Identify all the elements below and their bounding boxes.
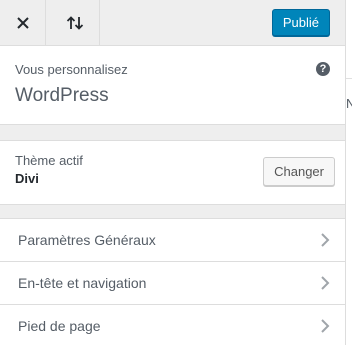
preview-partial-text: N — [346, 96, 352, 111]
customizer-info: Vous personnalisez WordPress ? — [0, 46, 345, 125]
panel-general-settings[interactable]: Paramètres Généraux — [0, 219, 345, 262]
panel-label: Paramètres Généraux — [18, 232, 156, 248]
chevron-right-icon — [321, 319, 330, 333]
publish-button[interactable]: Publié — [271, 9, 330, 36]
change-theme-button[interactable]: Changer — [263, 157, 335, 186]
panel-footer[interactable]: Pied de page — [0, 305, 345, 345]
customizer-header: Publié — [0, 0, 345, 46]
close-icon — [16, 16, 29, 29]
reorder-button[interactable] — [50, 0, 100, 45]
close-button[interactable] — [0, 0, 46, 45]
panel-label: Pied de page — [18, 318, 101, 334]
site-title: WordPress — [15, 85, 109, 106]
chevron-right-icon — [321, 233, 330, 247]
customizer-sidebar: Publié Vous personnalisez WordPress ? Th… — [0, 0, 346, 345]
help-icon[interactable]: ? — [316, 62, 330, 76]
active-theme-section: Thème actif Divi Changer — [0, 140, 345, 205]
active-theme-name: Divi — [15, 171, 39, 186]
customizer-panels: Paramètres Généraux En-tête et navigatio… — [0, 218, 345, 345]
chevron-right-icon — [321, 276, 330, 290]
panel-label: En-tête et navigation — [18, 275, 147, 291]
site-preview-edge: N — [346, 0, 352, 345]
active-theme-label: Thème actif — [15, 153, 83, 168]
preview-divider — [346, 78, 352, 79]
panel-header-navigation[interactable]: En-tête et navigation — [0, 262, 345, 305]
customizing-subtitle: Vous personnalisez — [15, 62, 128, 77]
sort-arrows-icon — [66, 15, 83, 30]
